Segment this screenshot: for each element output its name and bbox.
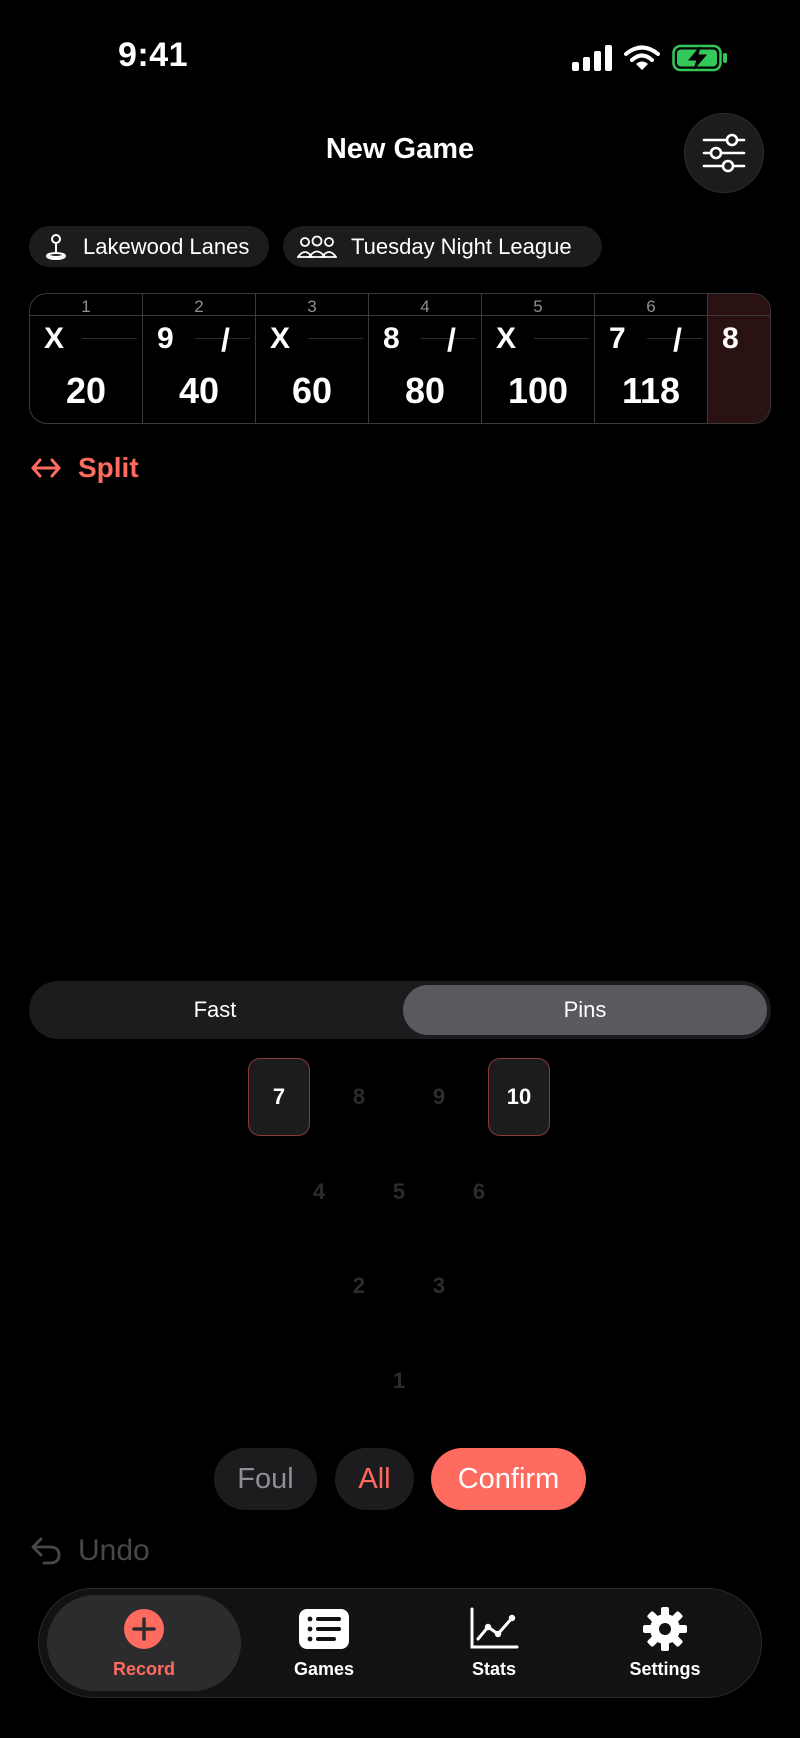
roll-1: 9 (157, 322, 174, 355)
frame-score: 20 (65, 370, 107, 411)
divider (82, 338, 137, 339)
frame-6[interactable]: 6 7 / 118 (595, 294, 708, 423)
divider (482, 315, 594, 316)
gear-icon (643, 1606, 687, 1651)
tab-record-label: Record (112, 1658, 175, 1679)
roll-2: / (447, 322, 456, 358)
people-group-icon (297, 235, 337, 258)
roll-1: 8 (722, 322, 739, 355)
divider (534, 338, 589, 339)
frame-number: 6 (646, 297, 656, 316)
page-title: New Game (325, 133, 475, 165)
roll-1: 8 (383, 322, 400, 355)
divider (308, 338, 363, 339)
all-pins-button[interactable]: All (335, 1448, 414, 1510)
frame-4[interactable]: 4 8 / 80 (369, 294, 482, 423)
split-arrows-icon (31, 458, 61, 478)
frame-number: 7 (708, 297, 770, 317)
pin-8[interactable]: 8 (328, 1058, 390, 1136)
sliders-icon (702, 133, 746, 173)
divider (30, 315, 142, 316)
filter-settings-button[interactable] (684, 113, 764, 193)
frame-7[interactable]: 7 8 (708, 294, 770, 423)
divider (708, 315, 770, 316)
battery-charging-icon (672, 44, 727, 72)
frame-number: 4 (420, 297, 430, 316)
tab-icon-wrap (299, 1607, 349, 1651)
frame-number: 2 (194, 297, 204, 316)
frame-number: 5 (533, 297, 543, 316)
tab-bar: Record Games Stats Settings (38, 1588, 762, 1698)
tab-record[interactable]: Record (47, 1595, 241, 1691)
divider (143, 315, 255, 316)
frame-3[interactable]: 3 X 60 (256, 294, 369, 423)
frame-score: 60 (291, 370, 333, 411)
tab-settings-label: Settings (629, 1658, 701, 1679)
roll-1: X (270, 322, 291, 355)
pin-1[interactable]: 1 (368, 1342, 430, 1420)
status-bar: 9:41 (0, 0, 800, 110)
tab-stats-label: Stats (471, 1658, 516, 1679)
wifi-icon (624, 45, 660, 70)
roll-1: X (496, 322, 517, 355)
tab-icon-wrap (469, 1607, 519, 1651)
league-chip[interactable]: Tuesday Night League (283, 226, 602, 267)
frame-number: 3 (307, 297, 317, 316)
divider (256, 315, 368, 316)
frame-score: 40 (178, 370, 220, 411)
pin-3[interactable]: 3 (408, 1247, 470, 1325)
pin-5[interactable]: 5 (368, 1153, 430, 1231)
pin-7[interactable]: 7 (248, 1058, 310, 1136)
frame-score: 100 (507, 370, 569, 411)
cellular-signal-icon (572, 45, 612, 71)
divider (595, 315, 707, 316)
pin-6[interactable]: 6 (448, 1153, 510, 1231)
pin-4[interactable]: 4 (288, 1153, 350, 1231)
frame-1[interactable]: 1 X 20 (30, 294, 143, 423)
confirm-button[interactable]: Confirm (431, 1448, 586, 1510)
tab-stats[interactable]: Stats (429, 1595, 559, 1691)
status-time: 9:41 (118, 36, 189, 74)
league-label: Tuesday Night League (351, 233, 572, 259)
frame-score: 118 (621, 370, 681, 411)
venue-chip[interactable]: Lakewood Lanes (29, 226, 269, 267)
venue-label: Lakewood Lanes (83, 233, 250, 259)
status-icons (572, 44, 728, 72)
pin-9[interactable]: 9 (408, 1058, 470, 1136)
split-label: Split (78, 452, 139, 483)
pin-10[interactable]: 10 (488, 1058, 550, 1136)
foul-button[interactable]: Foul (214, 1448, 317, 1510)
tab-games[interactable]: Games (259, 1595, 389, 1691)
tab-icon-wrap (123, 1607, 165, 1651)
frame-score: 80 (404, 370, 446, 411)
tab-icon-wrap (642, 1606, 688, 1651)
mode-pins-option[interactable]: Pins (403, 985, 767, 1035)
roll-1: X (44, 322, 65, 355)
chart-line-icon (470, 1607, 519, 1648)
frame-5[interactable]: 5 X 100 (482, 294, 595, 423)
undo-button[interactable]: Undo (30, 1534, 150, 1568)
roll-2: / (673, 322, 682, 358)
split-indicator: Split (30, 452, 139, 484)
mode-toggle[interactable]: Fast Pins (29, 981, 771, 1039)
undo-arrow-icon (31, 1537, 61, 1565)
mode-fast-option[interactable]: Fast (33, 985, 397, 1035)
frame-number: 1 (81, 297, 91, 316)
frame-2[interactable]: 2 9 / 40 (143, 294, 256, 423)
undo-label: Undo (78, 1534, 150, 1567)
divider (369, 315, 481, 316)
tab-games-label: Games (293, 1658, 355, 1679)
pin-2[interactable]: 2 (328, 1247, 390, 1325)
roll-2: / (221, 322, 230, 358)
list-icon (299, 1608, 349, 1649)
plus-circle-icon (124, 1608, 164, 1649)
tab-settings[interactable]: Settings (600, 1595, 730, 1691)
roll-1: 7 (609, 322, 626, 355)
scorecard[interactable]: 1 X 20 2 9 / 40 3 X 60 4 8 / 80 5 X 100 (29, 293, 771, 424)
location-pin-icon (46, 233, 66, 260)
